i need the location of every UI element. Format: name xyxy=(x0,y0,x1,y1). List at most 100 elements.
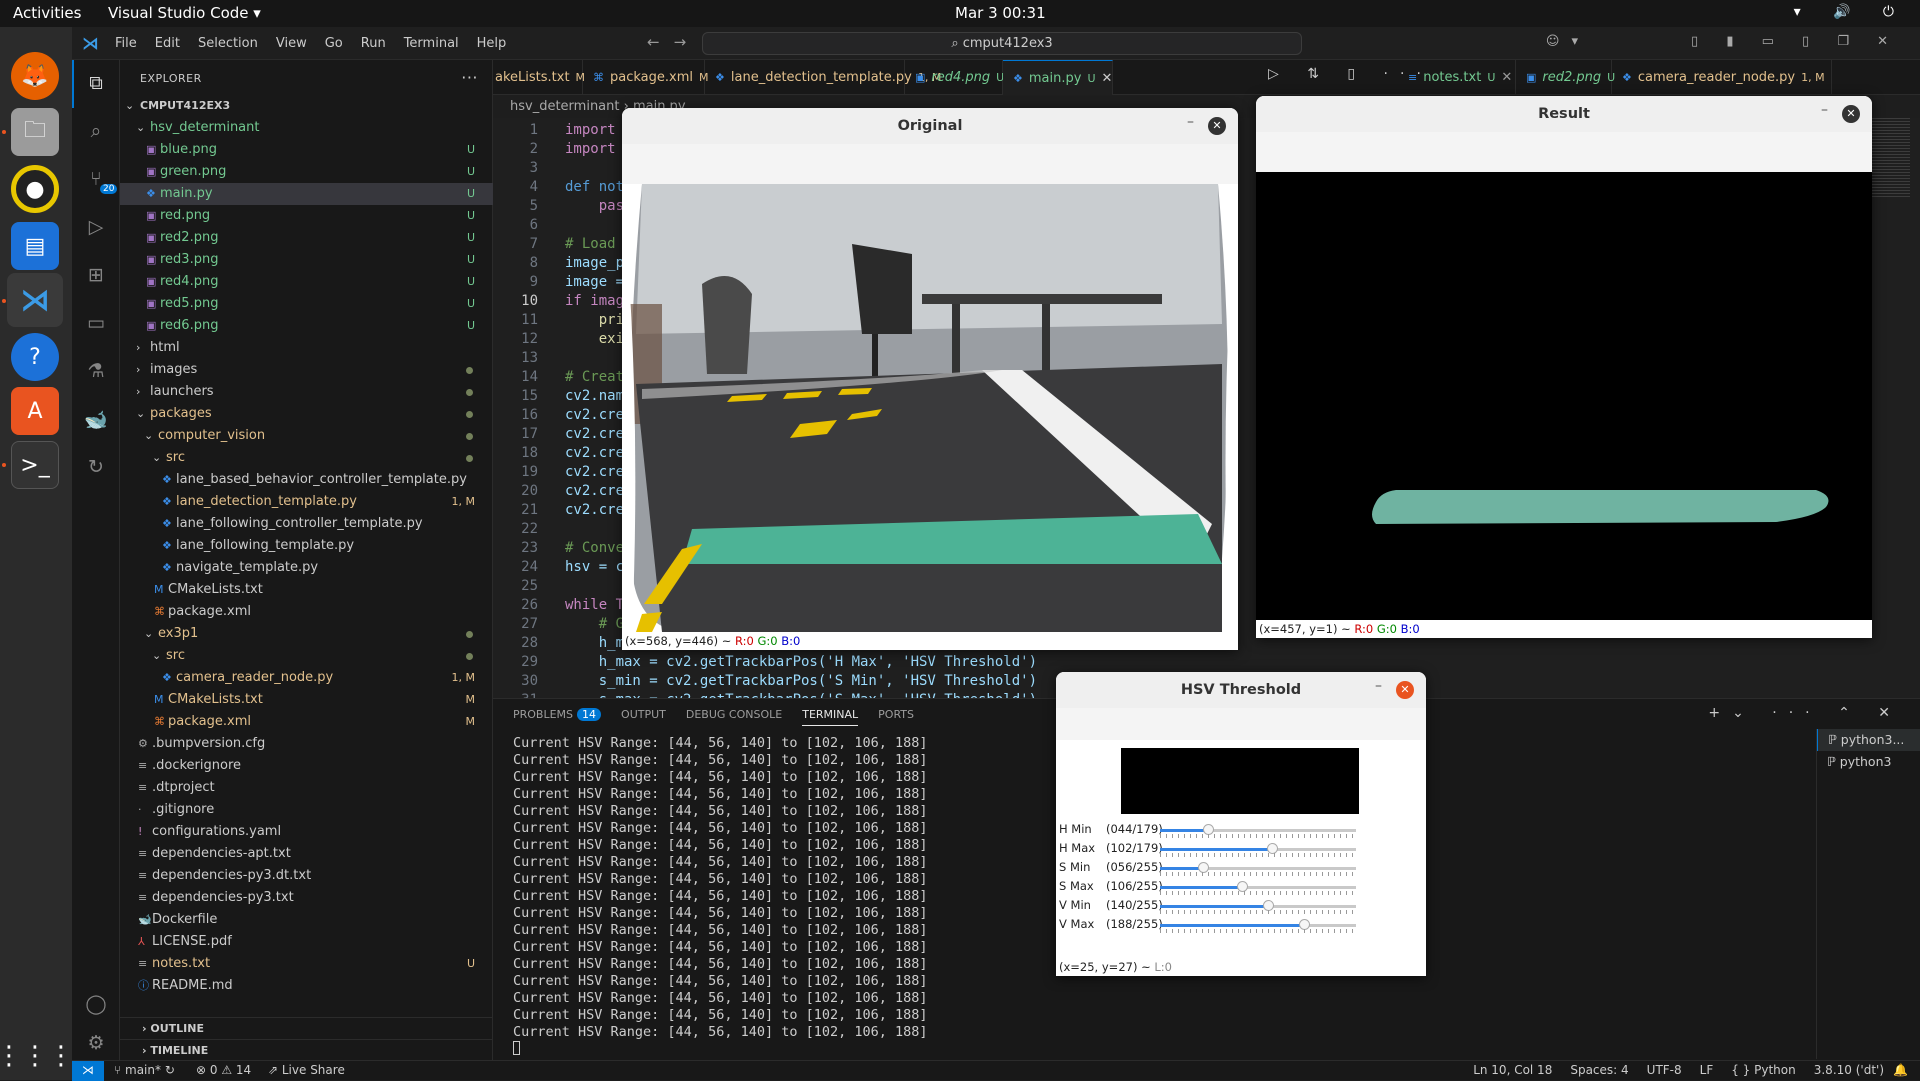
slider-track[interactable] xyxy=(1160,824,1356,835)
panel-tab-output[interactable]: OUTPUT xyxy=(621,708,666,726)
help-icon[interactable]: ? xyxy=(11,333,59,381)
menu-go[interactable]: Go xyxy=(325,36,343,51)
slider-track[interactable] xyxy=(1160,881,1356,892)
tree-item[interactable]: ⌄ ex3p1 xyxy=(120,623,493,645)
panel-controls[interactable]: +⌄ ··· ⌃ ✕ xyxy=(1708,705,1902,721)
tree-item[interactable]: 🐋 Dockerfile xyxy=(120,909,493,931)
editor-tab[interactable]: ❖ lane_detection_template.py 1, M xyxy=(705,60,941,95)
status-item[interactable]: LF xyxy=(1700,1061,1714,1080)
minimize-icon[interactable]: – xyxy=(1187,114,1194,130)
tree-item[interactable]: › launchers xyxy=(120,381,493,403)
slider-track[interactable] xyxy=(1160,843,1356,854)
docker-icon[interactable]: 🐋 xyxy=(84,408,108,432)
minimize-icon[interactable]: – xyxy=(1821,102,1828,118)
menu-help[interactable]: Help xyxy=(477,36,507,51)
menu-edit[interactable]: Edit xyxy=(155,36,180,51)
menu-selection[interactable]: Selection xyxy=(198,36,258,51)
status-item[interactable]: { } Python xyxy=(1731,1061,1796,1080)
live-share-icon[interactable]: ↻ xyxy=(84,456,108,480)
tree-item[interactable]: ▣ red4.png U xyxy=(120,271,493,293)
files-icon[interactable]: 🗀 xyxy=(11,108,59,156)
slider-s-min[interactable]: S Min (056/255) xyxy=(1059,860,1356,879)
extensions-icon[interactable]: ⊞ xyxy=(84,264,108,288)
menu-terminal[interactable]: Terminal xyxy=(404,36,459,51)
tree-item[interactable]: ! configurations.yaml xyxy=(120,821,493,843)
editor-tab[interactable]: ▣ red4.png U xyxy=(905,60,1004,95)
editor-tab[interactable]: ⌘ package.xml M xyxy=(583,60,708,95)
manage-gear-icon[interactable]: ⚙ xyxy=(84,1032,108,1056)
close-tab-icon[interactable]: ✕ xyxy=(1102,71,1113,86)
rhythmbox-icon[interactable]: ● xyxy=(11,165,59,213)
slider-v-max[interactable]: V Max (188/255) xyxy=(1059,917,1356,936)
tree-item[interactable]: ≡ dependencies-py3.txt xyxy=(120,887,493,909)
slider-h-max[interactable]: H Max (102/179) xyxy=(1059,841,1356,860)
accounts-icon[interactable]: ◯ xyxy=(84,993,108,1017)
tree-item[interactable]: ❖ main.py U xyxy=(120,183,493,205)
slider-s-max[interactable]: S Max (106/255) xyxy=(1059,879,1356,898)
status-item[interactable]: Spaces: 4 xyxy=(1570,1061,1628,1080)
clock[interactable]: Mar 3 00:31 xyxy=(955,4,1046,22)
remote-indicator-icon[interactable]: ⋊ xyxy=(72,1061,104,1081)
software-icon[interactable]: A xyxy=(11,387,59,435)
minimize-icon[interactable]: – xyxy=(1375,678,1382,694)
menu-file[interactable]: File xyxy=(115,36,137,51)
tree-item[interactable]: ≡ notes.txt U xyxy=(120,953,493,975)
explorer-icon[interactable]: ⧉ xyxy=(84,72,108,96)
terminal-icon[interactable]: >_ xyxy=(11,441,59,489)
tree-item[interactable]: M CMakeLists.txt M xyxy=(120,689,493,711)
tree-item[interactable]: ▣ green.png U xyxy=(120,161,493,183)
terminal-output[interactable]: Current HSV Range: [44, 56, 140] to [102… xyxy=(513,735,928,1055)
menu-view[interactable]: View xyxy=(276,36,307,51)
copilot-icon[interactable]: ☺▾ xyxy=(1546,34,1590,49)
timeline-section[interactable]: › TIMELINE xyxy=(120,1039,493,1061)
tree-item[interactable]: ⌄ computer_vision xyxy=(120,425,493,447)
tree-item[interactable]: ❖ navigate_template.py xyxy=(120,557,493,579)
status-item[interactable]: 3.8.10 ('dt') xyxy=(1814,1061,1884,1080)
app-menu[interactable]: Visual Studio Code ▾ xyxy=(108,4,261,22)
nav-arrows[interactable]: ←→ xyxy=(647,33,700,51)
tree-item[interactable]: ≡ .dtproject xyxy=(120,777,493,799)
tree-item[interactable]: ⌄ src xyxy=(120,447,493,469)
remote-explorer-icon[interactable]: ▭ xyxy=(84,312,108,336)
tree-item[interactable]: ❖ lane_following_template.py xyxy=(120,535,493,557)
tree-item[interactable]: ⌄ hsv_determinant xyxy=(120,117,493,139)
editor-tab[interactable]: akeLists.txt M xyxy=(485,60,585,95)
layout-controls[interactable]: ▯ ▮ ▭ ▯ ❐ ✕ xyxy=(1691,34,1900,49)
command-center-search[interactable]: ⌕ cmput412ex3 xyxy=(702,32,1302,55)
tree-item[interactable]: ❖ lane_following_controller_template.py xyxy=(120,513,493,535)
tree-item[interactable]: ▣ red2.png U xyxy=(120,227,493,249)
panel-tab-terminal[interactable]: TERMINAL xyxy=(802,708,859,726)
editor-tab[interactable]: ❖ camera_reader_node.py 1, M xyxy=(1612,60,1832,95)
run-debug-icon[interactable]: ▷ xyxy=(84,216,108,240)
tree-item[interactable]: ▣ red.png U xyxy=(120,205,493,227)
panel-tab-problems[interactable]: PROBLEMS 14 xyxy=(513,708,602,726)
tree-item[interactable]: ⌄ src xyxy=(120,645,493,667)
vscode-icon[interactable]: ⋊ xyxy=(7,273,63,327)
activities-button[interactable]: Activities xyxy=(13,4,81,22)
editor-tab[interactable]: ❖ main.py U ✕ xyxy=(1003,60,1113,95)
tree-item[interactable]: ▣ blue.png U xyxy=(120,139,493,161)
more-actions-icon[interactable]: ··· xyxy=(461,68,478,87)
firefox-icon[interactable]: 🦊 xyxy=(11,52,59,100)
tree-item[interactable]: · .gitignore xyxy=(120,799,493,821)
tree-item[interactable]: ⓘ README.md xyxy=(120,975,493,997)
slider-v-min[interactable]: V Min (140/255) xyxy=(1059,898,1356,917)
writer-icon[interactable]: ▤ xyxy=(11,222,59,270)
notifications-icon[interactable]: 🔔 xyxy=(1893,1061,1908,1080)
camera-image[interactable] xyxy=(622,184,1238,632)
tree-item[interactable]: › images xyxy=(120,359,493,381)
slider-track[interactable] xyxy=(1160,862,1356,873)
editor-actions[interactable]: ▷ ⇅ ▯ ··· xyxy=(1268,66,1433,82)
tree-item[interactable]: ❖ lane_detection_template.py 1, M xyxy=(120,491,493,513)
outline-section[interactable]: › OUTLINE xyxy=(120,1017,493,1039)
search-icon[interactable]: ⌕ xyxy=(84,120,108,144)
slider-track[interactable] xyxy=(1160,919,1356,930)
tree-item[interactable]: ⌘ package.xml M xyxy=(120,711,493,733)
tree-item[interactable]: ▣ red5.png U xyxy=(120,293,493,315)
problems-indicator[interactable]: ⊗ 0 ⚠ 14 xyxy=(196,1061,251,1080)
tree-item[interactable]: ≡ .dockerignore xyxy=(120,755,493,777)
app-grid-icon[interactable]: ⋮⋮⋮ xyxy=(0,1032,74,1080)
tree-item[interactable]: ⚙ .bumpversion.cfg xyxy=(120,733,493,755)
tree-item[interactable]: ≡ dependencies-py3.dt.txt xyxy=(120,865,493,887)
slider-track[interactable] xyxy=(1160,900,1356,911)
